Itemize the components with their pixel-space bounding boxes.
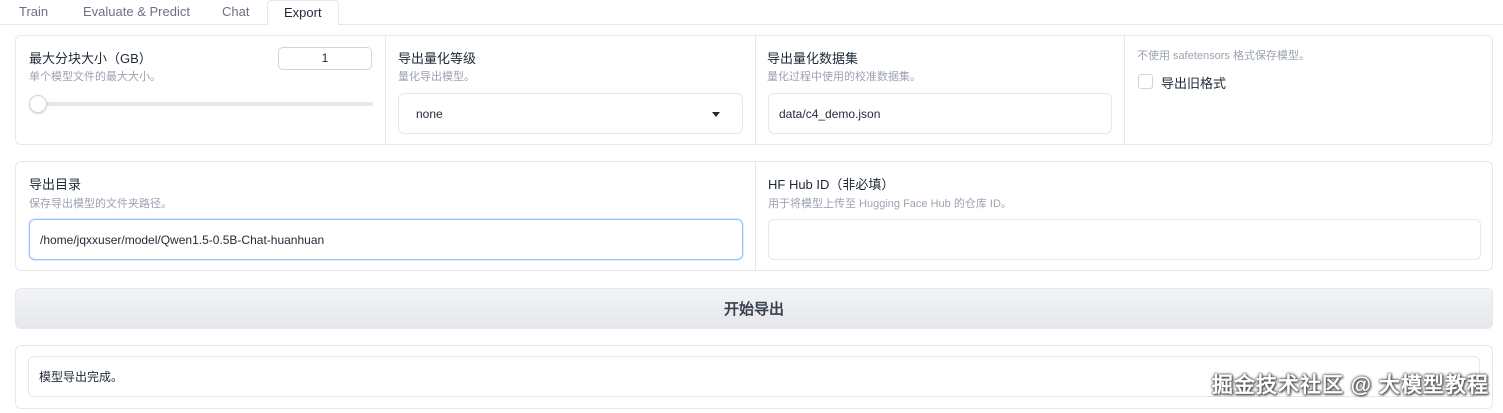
quantization-settings-panel: 最大分块大小（GB） 单个模型文件的最大大小。 1 导出量化等级 量化导出模型。…: [15, 35, 1493, 145]
max-shard-size-cell: 最大分块大小（GB） 单个模型文件的最大大小。 1: [16, 36, 385, 144]
quant-dataset-cell: 导出量化数据集 量化过程中使用的校准数据集。 data/c4_demo.json: [755, 36, 1124, 144]
hub-id-label: HF Hub ID（非必填）: [768, 177, 895, 192]
export-dir-info: 保存导出模型的文件夹路径。: [29, 198, 172, 210]
tab-bar: Train Evaluate & Predict Chat Export: [0, 0, 1503, 26]
output-value: 模型导出完成。: [39, 370, 124, 384]
export-dir-input[interactable]: /home/jqxxuser/model/Qwen1.5-0.5B-Chat-h…: [29, 219, 743, 260]
hub-id-info: 用于将模型上传至 Hugging Face Hub 的仓库 ID。: [768, 198, 1012, 210]
export-legacy-cell: 不使用 safetensors 格式保存模型。 导出旧格式: [1124, 36, 1492, 144]
export-dir-cell: 导出目录 保存导出模型的文件夹路径。 /home/jqxxuser/model/…: [16, 162, 755, 270]
quant-bit-label: 导出量化等级: [398, 51, 477, 66]
quant-bit-select[interactable]: none: [398, 93, 743, 134]
quant-dataset-input[interactable]: data/c4_demo.json: [768, 93, 1112, 134]
chevron-down-icon[interactable]: [712, 111, 720, 117]
quant-dataset-info: 量化过程中使用的校准数据集。: [767, 71, 921, 83]
max-shard-size-label: 最大分块大小（GB）: [29, 51, 152, 66]
export-legacy-info: 不使用 safetensors 格式保存模型。: [1137, 50, 1310, 62]
max-shard-size-slider-track[interactable]: [30, 102, 373, 106]
hub-id-cell: HF Hub ID（非必填） 用于将模型上传至 Hugging Face Hub…: [755, 162, 1492, 270]
export-dir-value: /home/jqxxuser/model/Qwen1.5-0.5B-Chat-h…: [40, 232, 325, 247]
max-shard-size-number-input[interactable]: 1: [278, 47, 372, 70]
start-export-button[interactable]: 开始导出: [15, 288, 1493, 329]
tab-evaluate-predict[interactable]: Evaluate & Predict: [83, 0, 190, 25]
quant-dataset-value: data/c4_demo.json: [779, 106, 881, 121]
quant-bit-cell: 导出量化等级 量化导出模型。 none: [385, 36, 755, 144]
export-legacy-checkbox[interactable]: [1138, 74, 1153, 89]
max-shard-size-info: 单个模型文件的最大大小。: [29, 71, 161, 83]
export-legacy-label[interactable]: 导出旧格式: [1161, 73, 1226, 92]
watermark: 掘金技术社区 @ 大模型教程: [1211, 374, 1489, 397]
quant-dataset-label: 导出量化数据集: [767, 51, 859, 66]
export-destination-panel: 导出目录 保存导出模型的文件夹路径。 /home/jqxxuser/model/…: [15, 161, 1493, 271]
export-dir-label: 导出目录: [29, 177, 82, 192]
quant-bit-selected-value: none: [416, 106, 443, 121]
tab-chat[interactable]: Chat: [222, 0, 249, 25]
tab-export[interactable]: Export: [267, 0, 339, 26]
tab-train[interactable]: Train: [19, 0, 48, 25]
max-shard-size-slider-thumb[interactable]: [29, 95, 47, 113]
hub-id-input[interactable]: [768, 219, 1481, 260]
quant-bit-info: 量化导出模型。: [398, 71, 475, 83]
